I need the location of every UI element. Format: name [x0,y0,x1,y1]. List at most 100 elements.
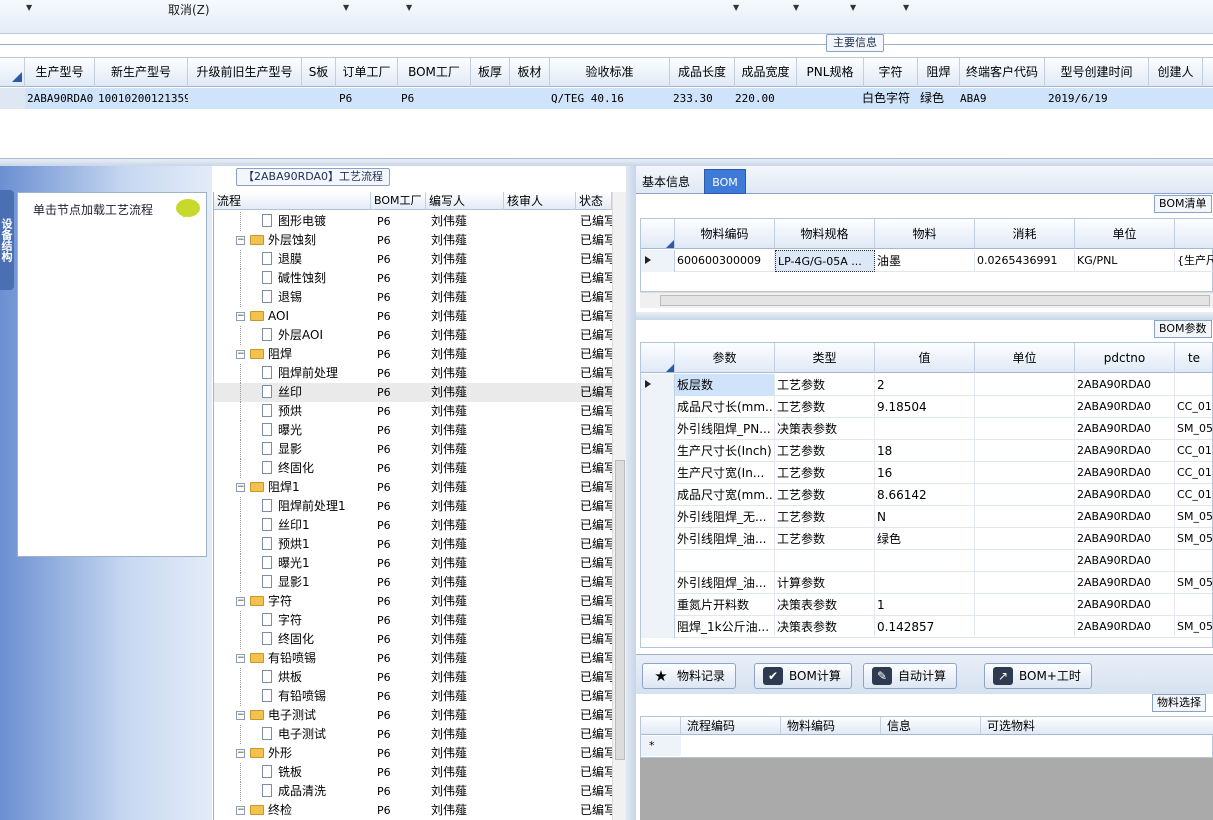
horizontal-scrollbar[interactable] [640,292,1213,308]
cell[interactable]: 决策表参数 [775,418,875,440]
table-row[interactable]: 600600300009 LP-4G/G-05A ... 油墨 0.026543… [641,250,1213,272]
cell[interactable]: 10010200121359 [95,88,188,109]
table-row[interactable]: 外引线阻焊_无... 工艺参数 N 2ABA90RDA0 SM_05 [641,506,1212,528]
col-header[interactable]: 核审人 [504,192,576,210]
cell[interactable]: 2ABA90RDA0 [1075,462,1175,484]
cell[interactable]: 2ABA90RDA0 [1075,418,1175,440]
table-row[interactable]: 重氮片开料数 决策表参数 1 2ABA90RDA0 [641,594,1212,616]
col-header[interactable]: 单位 [1075,219,1175,249]
cell[interactable]: 成品尺寸宽(mm... [675,484,775,506]
tree-node[interactable]: 阻焊前处理 P6 刘伟薤 已编写 [214,364,614,383]
tree-node[interactable]: 预烘1 P6 刘伟薤 已编写 [214,535,614,554]
collapse-icon[interactable]: − [236,806,245,815]
grid-corner[interactable] [641,717,681,735]
cell[interactable]: 板层数 [675,374,775,396]
cell[interactable] [975,396,1075,418]
tree-node[interactable]: 字符 P6 刘伟薤 已编写 [214,611,614,630]
cell[interactable]: ABA9 [957,88,1042,109]
col-header[interactable] [1175,219,1213,249]
tree-node[interactable]: 铣板 P6 刘伟薤 已编写 [214,763,614,782]
cell[interactable]: 0.142857 [875,616,975,638]
cell[interactable]: LP-4G/G-05A ... [775,250,875,272]
cell[interactable]: {生产尺 [1175,250,1213,272]
cell[interactable] [975,418,1075,440]
col-header[interactable]: pdctno [1075,343,1175,373]
tree-node[interactable]: 显影1 P6 刘伟薤 已编写 [214,573,614,592]
left-panel-tab[interactable]: 设备结构 [0,190,14,290]
cell[interactable]: 600600300009 [675,250,775,272]
cell[interactable]: 233.30 [670,88,735,109]
tree-node[interactable]: 电子测试 P6 刘伟薤 已编写 [214,725,614,744]
cell[interactable]: CC_01 [1175,462,1212,484]
cell[interactable]: 成品尺寸长(mm... [675,396,775,418]
cell[interactable] [675,550,775,572]
col-header[interactable]: 字符 [864,58,918,87]
cell[interactable]: 2ABA90RDA0 [1075,396,1175,418]
cell[interactable]: SM_05 [1175,572,1212,594]
col-header[interactable]: 验收标准 [550,58,670,87]
collapse-icon[interactable]: − [236,483,245,492]
col-header[interactable]: 成品宽度 [735,58,797,87]
col-header[interactable]: 物料编码 [781,717,881,735]
col-header[interactable]: 生产型号 [25,58,95,87]
tree-node[interactable]: 碱性蚀刻 P6 刘伟薤 已编写 [214,269,614,288]
new-row-marker[interactable]: * [641,736,681,756]
table-row[interactable]: 外引线阻焊_PN... 决策表参数 2ABA90RDA0 SM_05 [641,418,1212,440]
cell[interactable]: P6 [398,88,471,109]
horizontal-splitter[interactable] [0,158,1213,166]
cell[interactable]: 生产尺寸宽(In... [675,462,775,484]
collapse-icon[interactable]: − [236,350,245,359]
tree-node[interactable]: − 阻焊 P6 刘伟薤 已编写 [214,345,614,364]
col-header[interactable]: BOM工厂 [371,192,426,210]
cell[interactable] [875,572,975,594]
tree-node[interactable]: 退膜 P6 刘伟薤 已编写 [214,250,614,269]
auto-calc-button[interactable]: ✎ 自动计算 [863,663,958,689]
collapse-icon[interactable]: − [236,597,245,606]
tab-basic-info[interactable]: 基本信息 [642,173,690,190]
col-header[interactable]: 终端客户代码 [960,58,1045,87]
col-header[interactable]: 编写人 [426,192,504,210]
cell[interactable]: SM_05 [1175,506,1212,528]
tree-node[interactable]: 曝光1 P6 刘伟薤 已编写 [214,554,614,573]
col-header[interactable]: 类型 [775,343,875,373]
col-header[interactable]: 可选物料 [981,717,1213,735]
cell[interactable]: 外引线阻焊_PN... [675,418,775,440]
collapse-icon[interactable]: − [236,654,245,663]
cell[interactable] [975,506,1075,528]
tree-node[interactable]: 外层AOI P6 刘伟薤 已编写 [214,326,614,345]
cell[interactable] [975,374,1075,396]
cell[interactable]: 重氮片开料数 [675,594,775,616]
tree-node[interactable]: − AOI P6 刘伟薤 已编写 [214,307,614,326]
dropdown-arrow-icon[interactable]: ▼ [903,3,909,12]
cell[interactable]: 决策表参数 [775,616,875,638]
cell[interactable]: 2ABA90RDA0 [1075,616,1175,638]
tree-node[interactable]: − 外形 P6 刘伟薤 已编写 [214,744,614,763]
cell[interactable] [975,616,1075,638]
col-header[interactable]: PNL规格 [797,58,864,87]
tree-node[interactable]: 终固化 P6 刘伟薤 已编写 [214,459,614,478]
tree-node[interactable]: 丝印1 P6 刘伟薤 已编写 [214,516,614,535]
cell[interactable]: 外引线阻焊_油... [675,572,775,594]
cell[interactable]: 2ABA90RDA0 [1075,484,1175,506]
cell[interactable]: 绿色 [917,88,959,109]
cell[interactable]: 0.0265436991 [975,250,1075,272]
cell[interactable]: 白色字符 [859,88,917,109]
tree-node[interactable]: 阻焊前处理1 P6 刘伟薤 已编写 [214,497,614,516]
cell[interactable]: 2ABA90RDA0 [1075,440,1175,462]
cell[interactable]: 生产尺寸长(Inch) [675,440,775,462]
collapse-icon[interactable]: − [236,749,245,758]
dropdown-arrow-icon[interactable]: ▼ [406,3,412,12]
col-header[interactable]: 参数 [675,343,775,373]
cancel-button[interactable]: 取消(Z) [168,1,210,18]
cell[interactable]: CC_01 [1175,440,1212,462]
col-header[interactable]: 板厚 [471,58,510,87]
bom-hours-button[interactable]: ↗ BOM+工时 [984,663,1092,689]
cell[interactable]: 2ABA90RDA0 [1075,572,1175,594]
cell[interactable]: N [875,506,975,528]
tree-node[interactable]: 成品清洗 P6 刘伟薤 已编写 [214,782,614,801]
cell[interactable]: KG/PNL [1075,250,1175,272]
cell[interactable]: Q/TEG 40.16 [548,88,668,109]
col-header[interactable]: 消耗 [975,219,1075,249]
table-row[interactable]: 外引线阻焊_油... 计算参数 2ABA90RDA0 SM_05 [641,572,1212,594]
cell[interactable] [975,550,1075,572]
